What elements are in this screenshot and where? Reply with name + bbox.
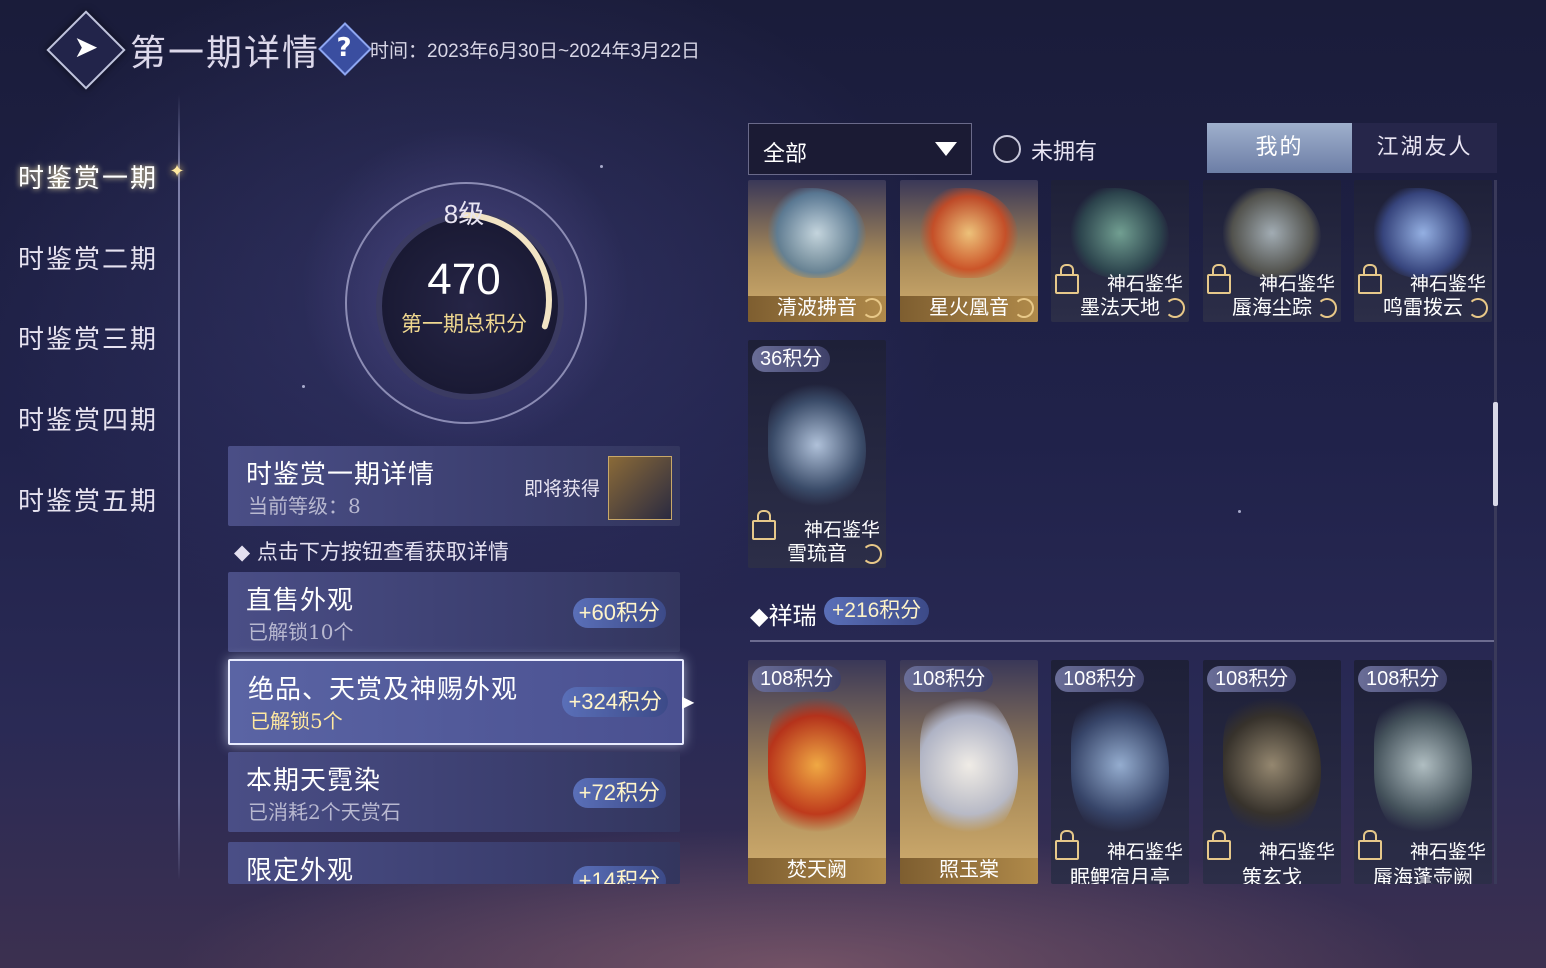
nav-item-period-4[interactable]: 时鉴赏四期 [18, 400, 158, 437]
outfit-name: 策玄戈 [1242, 865, 1302, 884]
points-badge: 108积分 [1207, 666, 1297, 692]
outfit-art [768, 188, 866, 278]
swirl-icon [1468, 298, 1488, 318]
active-marker-icon: ✦ [169, 161, 185, 182]
points-badge: 108积分 [752, 666, 842, 692]
category-points: +324积分 [562, 687, 668, 717]
outfit-tile[interactable]: 108积分 照玉棠 [900, 660, 1038, 884]
category-direct-sale[interactable]: 直售外观 已解锁10个 +60积分 [228, 572, 680, 652]
star-decoration [302, 385, 305, 388]
outfit-rank: 神石鉴华 [1409, 841, 1486, 863]
scrollbar-thumb[interactable] [1493, 402, 1498, 506]
outfit-art [1071, 690, 1169, 840]
category-sub: 已解锁10个 [248, 620, 354, 644]
lock-icon [1358, 830, 1382, 860]
category-points: +14积分 [572, 866, 666, 884]
current-level: 当前等级：8 [248, 494, 361, 518]
outfit-art [768, 380, 866, 510]
star-decoration [600, 165, 603, 168]
category-premium[interactable]: 绝品、天赏及神赐外观 已解锁5个 +324积分 [228, 659, 684, 745]
section-divider [750, 640, 1494, 642]
question-mark-icon[interactable]: ? [326, 30, 362, 66]
outfit-art [1223, 690, 1321, 840]
swirl-icon [862, 298, 882, 318]
outfit-name: 照玉棠 [939, 857, 999, 881]
category-title: 直售外观 [246, 586, 355, 616]
outfit-name: 蜃海蓬壶阙 [1373, 865, 1473, 884]
total-score: 470 [427, 255, 501, 304]
chevron-down-icon [935, 142, 957, 156]
outfit-art [920, 188, 1018, 278]
level-label: 8级 [443, 199, 485, 229]
back-arrow-icon[interactable]: ➤ [60, 30, 112, 66]
outfit-art [1374, 188, 1472, 278]
category-dye[interactable]: 本期天霓染 已消耗2个天赏石 +72积分 [228, 752, 680, 832]
outfit-tile[interactable]: 108积分 焚天阙 [748, 660, 886, 884]
owner-tabs: 我的 江湖友人 [1207, 123, 1497, 173]
category-sub: 已消耗2个天赏石 [248, 800, 401, 824]
outfit-rank: 神石鉴华 [1258, 841, 1335, 863]
outfit-tile[interactable]: 星火凰音 [900, 180, 1038, 322]
category-points: +60积分 [572, 598, 666, 628]
category-limited[interactable]: 限定外观 +14积分 [228, 842, 680, 884]
points-badge: 108积分 [904, 666, 994, 692]
points-badge: 108积分 [1358, 666, 1448, 692]
upcoming-reward-label: 即将获得 [523, 478, 600, 500]
outfit-art [1223, 188, 1321, 278]
upcoming-reward-thumbnail[interactable] [608, 456, 672, 520]
filter-dropdown[interactable]: 全部 [748, 123, 972, 175]
points-badge: 108积分 [1055, 666, 1145, 692]
swirl-icon [1317, 298, 1337, 318]
period-detail-title: 时鉴赏一期详情 [246, 460, 436, 490]
not-owned-label[interactable]: 未拥有 [1031, 134, 1097, 166]
category-points: +72积分 [572, 778, 666, 808]
outfit-tile[interactable]: 108积分 神石鉴华 蜃海蓬壶阙 [1354, 660, 1492, 884]
outfit-art [768, 690, 866, 840]
category-sub: 已解锁5个 [250, 709, 343, 733]
outfit-name: 眠鲤宿月亭 [1070, 865, 1170, 884]
hint-text: ◆ 点击下方按钮查看获取详情 [234, 540, 509, 564]
swirl-icon [1165, 298, 1185, 318]
selected-arrow-icon: ▶ [682, 692, 695, 711]
nav-item-period-1[interactable]: 时鉴赏一期 [18, 158, 158, 195]
nav-divider [178, 95, 180, 880]
nav-item-period-5[interactable]: 时鉴赏五期 [18, 481, 158, 518]
outfit-art [1071, 188, 1169, 278]
nav-item-period-3[interactable]: 时鉴赏三期 [18, 319, 158, 356]
outfit-tile[interactable]: 神石鉴华 蜃海尘踪 [1203, 180, 1341, 322]
period-detail-card[interactable]: 时鉴赏一期详情 当前等级：8 即将获得 [228, 446, 680, 526]
category-title: 本期天霓染 [246, 766, 382, 796]
total-score-label: 第一期总积分 [401, 312, 527, 336]
outfit-grid: 清波拂音 星火凰音 神石鉴华 墨法天地 神石鉴华 蜃海尘踪 神石鉴华 鸣雷拨云 … [748, 180, 1494, 884]
outfit-art [920, 690, 1018, 840]
section-points: +216积分 [824, 597, 930, 625]
section-title: ◆祥瑞 [750, 602, 817, 630]
outfit-tile[interactable]: 神石鉴华 鸣雷拨云 [1354, 180, 1492, 322]
points-badge: 36积分 [752, 346, 831, 372]
outfit-tile[interactable]: 神石鉴华 墨法天地 [1051, 180, 1189, 322]
swirl-icon [862, 544, 882, 564]
outfit-tile[interactable]: 清波拂音 [748, 180, 886, 322]
tab-mine[interactable]: 我的 [1207, 123, 1352, 173]
lock-icon [1055, 830, 1079, 860]
outfit-rank: 神石鉴华 [1106, 841, 1183, 863]
outfit-tile[interactable]: 108积分 神石鉴华 眠鲤宿月亭 [1051, 660, 1189, 884]
outfit-tile[interactable]: 36积分 神石鉴华 雪琉音 [748, 340, 886, 568]
filter-dropdown-value: 全部 [763, 142, 808, 167]
period-time: 时间：2023年6月30日~2024年3月22日 [370, 41, 701, 62]
section-name: 祥瑞 [768, 602, 817, 630]
outfit-tile[interactable]: 108积分 神石鉴华 策玄戈 [1203, 660, 1341, 884]
page-title: 第一期详情 [130, 33, 321, 74]
hint-label: 点击下方按钮查看获取详情 [256, 540, 509, 564]
not-owned-radio[interactable] [993, 135, 1021, 163]
category-title: 限定外观 [246, 856, 355, 884]
outfit-art [1374, 690, 1472, 840]
category-title: 绝品、天赏及神赐外观 [248, 675, 519, 705]
tab-friends[interactable]: 江湖友人 [1352, 123, 1497, 173]
scrollbar-track[interactable] [1494, 180, 1497, 884]
swirl-icon [1014, 298, 1034, 318]
outfit-name: 焚天阙 [787, 857, 847, 881]
nav-item-period-2[interactable]: 时鉴赏二期 [18, 239, 158, 276]
lock-icon [1207, 830, 1231, 860]
